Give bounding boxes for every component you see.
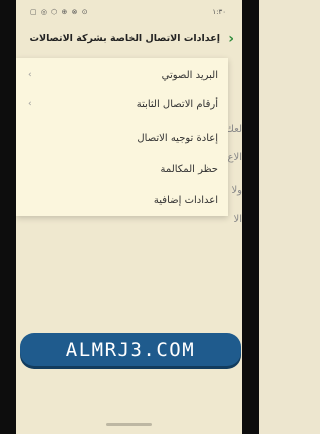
status-icons: ▢ ◎ ⬡ ⊕ ⊗ ⊙ [30, 8, 89, 16]
background-text: ولا [231, 185, 242, 196]
menu-item-label: إعادة توجيه الاتصال [137, 133, 218, 144]
menu-item-fixed-dialing[interactable]: أرقام الاتصال الثابتة › [24, 94, 218, 118]
right-black-bar [242, 0, 259, 434]
background-text: لعك [225, 124, 242, 135]
phone-screen: ▢ ◎ ⬡ ⊕ ⊗ ⊙ ١:٣٠ ‹ إعدادات الاتصال الخاص… [16, 0, 242, 434]
status-bar: ▢ ◎ ⬡ ⊕ ⊗ ⊙ ١:٣٠ [16, 0, 242, 22]
menu-item-voicemail[interactable]: البريد الصوتي › [24, 65, 218, 89]
status-time: ١:٣٠ [212, 8, 226, 16]
popup-menu: البريد الصوتي › أرقام الاتصال الثابتة › … [16, 58, 228, 216]
menu-item-label: البريد الصوتي [161, 70, 218, 81]
page-header: ‹ إعدادات الاتصال الخاصة بشركة الاتصالات [16, 26, 242, 52]
menu-item-label: حظر المكالمة [160, 164, 218, 175]
watermark-text: ALMRJ3.COM [65, 339, 196, 361]
menu-item-call-barring[interactable]: حظر المكالمة [24, 159, 218, 183]
menu-item-call-forwarding[interactable]: إعادة توجيه الاتصال [24, 128, 218, 152]
chevron-right-icon: › [28, 99, 32, 109]
chevron-right-icon: › [28, 70, 32, 80]
menu-item-label: أرقام الاتصال الثابتة [136, 99, 218, 110]
background-text: الا [233, 214, 242, 225]
background-text: الاع [227, 152, 242, 163]
watermark-banner: ALMRJ3.COM [20, 333, 241, 366]
menu-item-label: اعدادات إضافية [153, 195, 218, 206]
home-indicator [106, 423, 152, 426]
page-title: إعدادات الاتصال الخاصة بشركة الاتصالات [29, 33, 220, 44]
left-black-bar [0, 0, 16, 434]
chevron-left-icon[interactable]: ‹ [228, 31, 234, 47]
menu-item-additional-settings[interactable]: اعدادات إضافية [24, 190, 218, 214]
